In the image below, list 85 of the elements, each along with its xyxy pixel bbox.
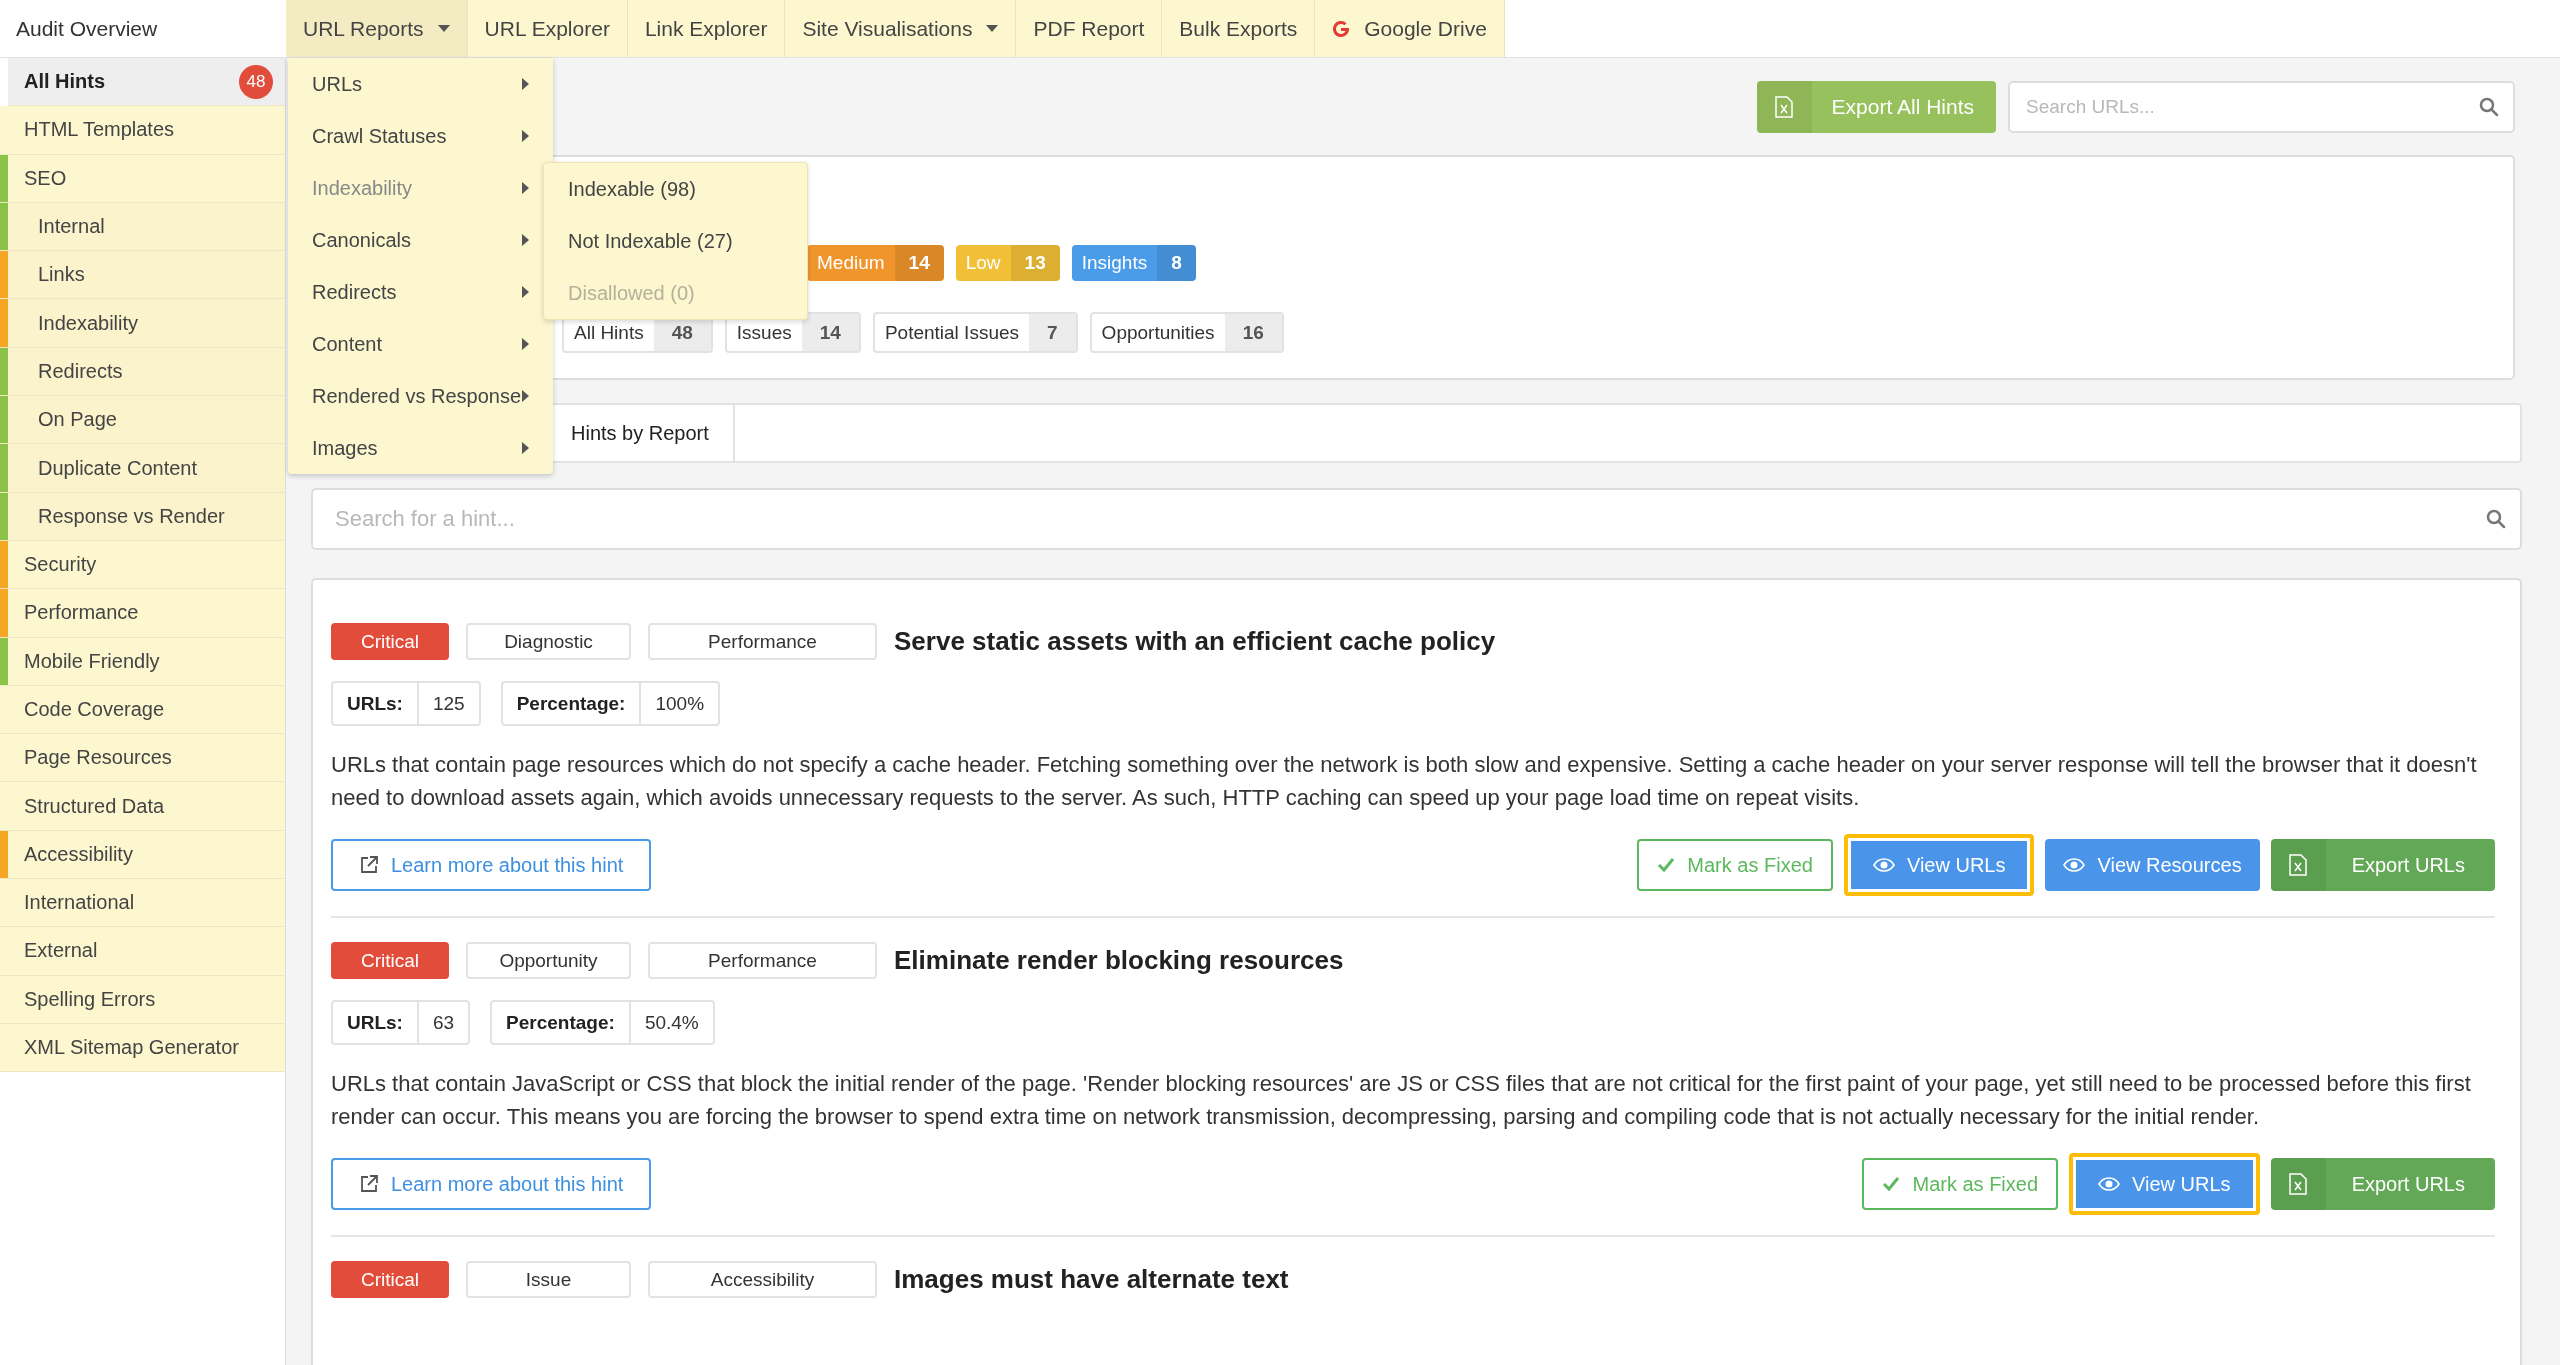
caret-icon [522,390,529,402]
hint-title: Images must have alternate text [894,1264,1289,1295]
menu-item[interactable]: Redirects [288,266,553,318]
caret-icon [522,338,529,350]
sidebar-item[interactable]: Performance [0,589,285,638]
nav-tab[interactable]: PDF Report [1016,0,1163,57]
caret-icon [522,286,529,298]
caret-icon [522,130,529,142]
nav-tab[interactable]: URL Reports [286,0,468,57]
hint-filter[interactable]: Potential Issues 7 [872,312,1078,353]
stat-value: 125 [431,691,466,716]
category-tag: Performance [648,623,877,660]
external-link-icon [359,855,379,875]
caret-icon [522,234,529,246]
sidebar-item[interactable]: HTML Templates [0,106,285,155]
nav-tab[interactable]: Site Visualisations [785,0,1017,57]
search-icon [2479,96,2499,117]
sidebar-item[interactable]: External [0,927,285,976]
sidebar-item[interactable]: Indexability [0,299,285,348]
hint-description: URLs that contain JavaScript or CSS that block the initial render of the page. 'Render blocking resources' are JS or CSS files that are not critical for the first paint of your page, yet still need to be processed before this first render can occur. This means you are forcing the browser to spend extra time on network transmission, decompressing, parsing and compiling code that is not actually necessary for the initial render. [331,1070,2472,1131]
sidebar-item[interactable]: Structured Data [0,782,285,831]
eye-icon [2098,1177,2121,1191]
severity-tag: Critical [331,942,449,979]
sidebar-item[interactable]: Response vs Render [0,492,285,541]
severity-tag: Critical [331,1261,449,1298]
hint-title: Eliminate render blocking resources [894,945,1344,976]
severity-filter[interactable]: Insights 8 [1071,245,1196,281]
sidebar-item[interactable]: SEO [0,154,285,203]
stat-value: 100% [654,691,706,716]
category-tag: Performance [648,942,877,979]
stat-value: 50.4% [643,1010,700,1035]
category-tag: Opportunity [466,942,631,979]
sidebar-item[interactable]: All Hints 48 [8,58,285,107]
sidebar-item[interactable]: Duplicate Content [0,444,285,493]
menu-item[interactable]: Crawl Statuses [288,110,553,162]
sidebar-item[interactable]: XML Sitemap Generator [0,1023,285,1073]
check-icon [1657,857,1676,873]
stat-label: Percentage: [492,1002,631,1043]
hint-filter[interactable]: Opportunities 16 [1089,312,1284,353]
menu-item[interactable]: Content [288,318,553,370]
external-link-icon [359,1174,379,1194]
caret-icon [522,442,529,454]
caret-icon [522,182,529,194]
caret-icon [437,25,450,32]
stat-value: 63 [431,1010,456,1035]
sidebar-item[interactable]: Links [0,251,285,300]
sidebar-item[interactable]: Security [0,540,285,590]
caret-icon [522,78,529,90]
sidebar-item[interactable]: Code Coverage [0,685,285,735]
hint-description: URLs that contain page resources which do not specify a cache header. Fetching something over the network is both slow and expensive. Setting a cache header on your server response will tell the browser that it doesn't need to download assets again, which avoids unnecessary requests to the server. As such, HTTP caching can speed up your page load time on repeat visits. [331,751,2478,812]
eye-icon [2063,858,2086,872]
search-icon [2486,509,2506,529]
nav-tab[interactable]: URL Explorer [467,0,628,57]
count-badge: 48 [239,64,273,99]
stat-label: Percentage: [502,683,642,724]
sidebar-item[interactable]: Spelling Errors [0,975,285,1024]
category-tag: Accessibility [648,1261,877,1298]
stat-label: URLs: [333,1002,419,1043]
hint-title: Serve static assets with an efficient cache policy [894,626,1496,657]
sidebar-item[interactable]: Redirects [0,347,285,397]
eye-icon [1872,858,1895,872]
sidebar-item[interactable]: Accessibility [0,830,285,880]
menu-item[interactable]: URLs [288,58,553,110]
caret-icon [986,25,999,32]
nav-tab[interactable]: Link Explorer [627,0,786,57]
check-icon [1882,1176,1901,1192]
sidebar-item[interactable]: Internal [0,202,285,252]
nav-tab[interactable]: Google Drive [1315,0,1505,57]
spreadsheet-file-icon [2289,1173,2308,1195]
search-field[interactable]: Search for a hint... [311,488,2522,550]
sidebar-item[interactable]: International [0,879,285,928]
menu-item: Disallowed (0) [567,280,696,306]
spreadsheet-file-icon [1775,95,1794,118]
stat-label: URLs: [333,683,419,724]
spreadsheet-file-icon [2289,854,2308,876]
nav-link[interactable]: Audit Overview [0,0,286,57]
g-logo-icon [1332,19,1351,38]
category-tag: Diagnostic [466,623,631,660]
sidebar-item[interactable]: Page Resources [0,734,285,783]
nav-tab[interactable]: Bulk Exports [1162,0,1316,57]
sidebar-item[interactable]: Mobile Friendly [0,637,285,686]
sidebar-item[interactable]: On Page [0,396,285,445]
search-field[interactable]: Search URLs... [2008,80,2515,133]
severity-tag: Critical [331,623,449,660]
category-tag: Issue [466,1261,631,1298]
